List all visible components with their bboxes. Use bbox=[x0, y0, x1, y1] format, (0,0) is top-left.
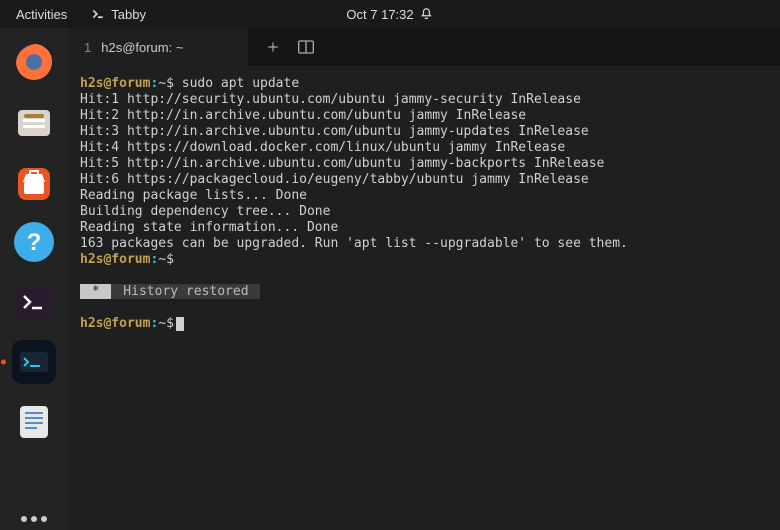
text-editor-icon[interactable] bbox=[10, 398, 58, 446]
history-badge: * bbox=[80, 284, 111, 299]
svg-text:?: ? bbox=[27, 229, 42, 256]
command-1: sudo apt update bbox=[174, 76, 299, 91]
tabby-chevron-icon bbox=[91, 7, 105, 21]
tabby-icon[interactable] bbox=[10, 338, 58, 386]
gnome-topbar: Activities Tabby Oct 7 17:32 bbox=[0, 0, 780, 28]
prompt-path: ~ bbox=[158, 252, 166, 267]
prompt-dollar: $ bbox=[166, 252, 174, 267]
activities-button[interactable]: Activities bbox=[8, 5, 75, 24]
tab-title: h2s@forum: ~ bbox=[101, 40, 183, 55]
output-line: Hit:4 https://download.docker.com/linux/… bbox=[80, 140, 768, 156]
split-pane-button[interactable] bbox=[298, 40, 314, 54]
terminal-tab-1[interactable]: 1 h2s@forum: ~ bbox=[68, 28, 248, 66]
output-line: Hit:1 http://security.ubuntu.com/ubuntu … bbox=[80, 92, 768, 108]
clock[interactable]: Oct 7 17:32 bbox=[346, 7, 413, 22]
prompt-user: h2s@forum bbox=[80, 252, 150, 267]
output-line: Reading state information... Done bbox=[80, 220, 768, 236]
firefox-icon[interactable] bbox=[10, 38, 58, 86]
help-icon[interactable]: ? bbox=[10, 218, 58, 266]
output-line: Building dependency tree... Done bbox=[80, 204, 768, 220]
output-line: Hit:2 http://in.archive.ubuntu.com/ubunt… bbox=[80, 108, 768, 124]
terminal-view[interactable]: h2s@forum:~$ sudo apt updateHit:1 http:/… bbox=[68, 66, 780, 530]
prompt-user: h2s@forum bbox=[80, 76, 150, 91]
prompt-dollar: $ bbox=[166, 76, 174, 91]
prompt-dollar: $ bbox=[166, 316, 174, 331]
output-line: Hit:6 https://packagecloud.io/eugeny/tab… bbox=[80, 172, 768, 188]
terminal-cursor bbox=[176, 317, 184, 331]
tab-bar: 1 h2s@forum: ~ bbox=[68, 28, 780, 66]
history-restored-text: History restored bbox=[111, 284, 260, 299]
tab-actions bbox=[248, 28, 780, 66]
output-line: Hit:5 http://in.archive.ubuntu.com/ubunt… bbox=[80, 156, 768, 172]
new-tab-button[interactable] bbox=[266, 40, 280, 54]
notification-bell-icon[interactable] bbox=[420, 7, 434, 21]
ubuntu-dock: ? bbox=[0, 28, 68, 530]
output-line: 163 packages can be upgraded. Run 'apt l… bbox=[80, 236, 768, 252]
files-icon[interactable] bbox=[10, 98, 58, 146]
tab-index: 1 bbox=[84, 40, 91, 55]
prompt-path: ~ bbox=[158, 76, 166, 91]
terminal-icon[interactable] bbox=[10, 278, 58, 326]
output-line: Reading package lists... Done bbox=[80, 188, 768, 204]
app-menu[interactable]: Tabby bbox=[91, 7, 146, 22]
app-name: Tabby bbox=[111, 7, 146, 22]
prompt-path: ~ bbox=[158, 316, 166, 331]
output-line: Hit:3 http://in.archive.ubuntu.com/ubunt… bbox=[80, 124, 768, 140]
software-icon[interactable] bbox=[10, 158, 58, 206]
tabby-window: 1 h2s@forum: ~ h2s@forum:~$ sudo apt upd… bbox=[68, 28, 780, 530]
prompt-user: h2s@forum bbox=[80, 316, 150, 331]
show-apps-icon[interactable] bbox=[21, 516, 47, 522]
